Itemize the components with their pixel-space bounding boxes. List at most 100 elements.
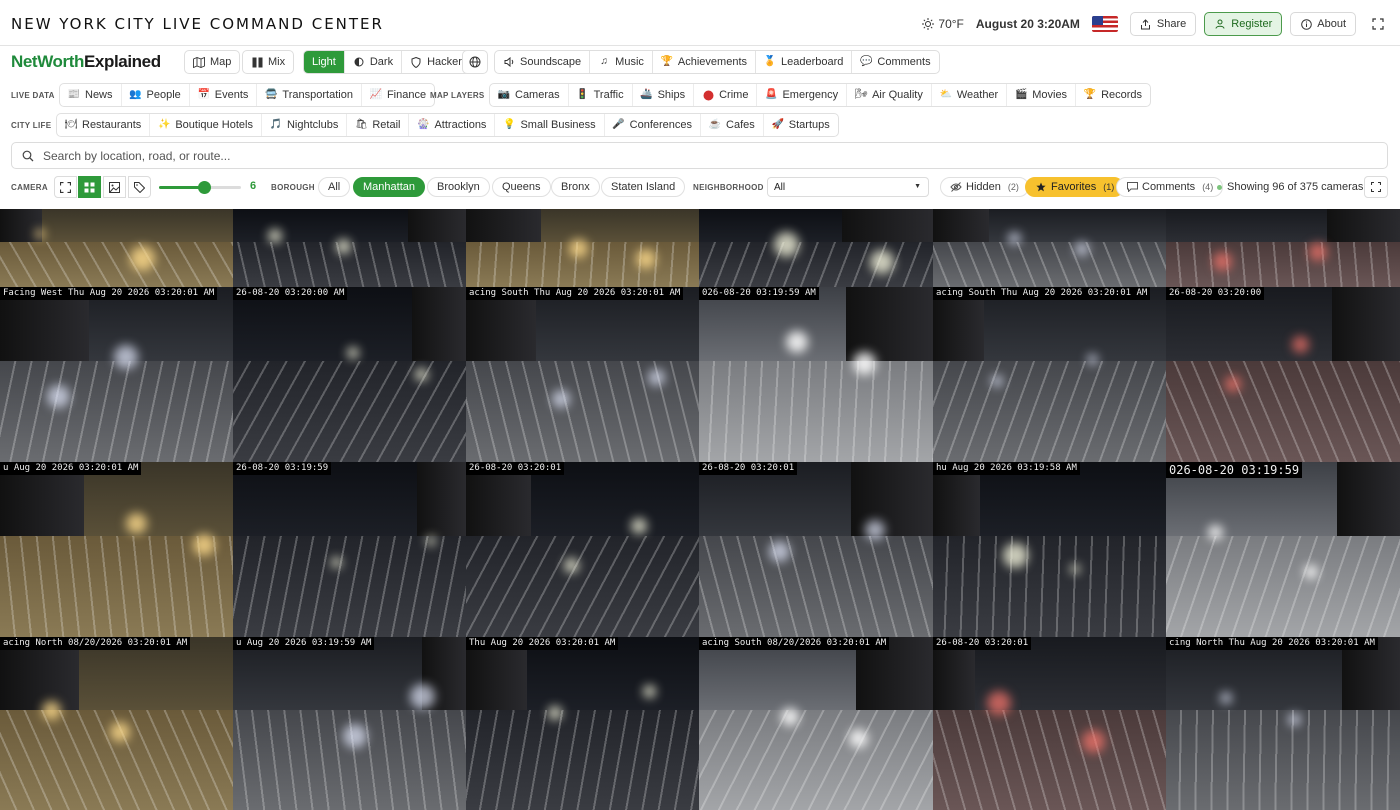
grid-size-value: 6 — [250, 180, 257, 192]
borough-brooklyn-button[interactable]: Brooklyn — [427, 177, 490, 197]
language-button[interactable] — [462, 50, 488, 74]
layer-weather-button[interactable]: ⛅ Weather — [932, 84, 1008, 106]
rocket-icon: 🚀 — [771, 119, 784, 130]
fullscreen-button[interactable] — [1366, 13, 1390, 35]
camera-feed-tile[interactable] — [466, 209, 699, 287]
camera-feed-tile[interactable]: Facing West Thu Aug 20 2026 03:20:01 AM — [0, 287, 233, 462]
camera-feed-tile[interactable]: hu Aug 20 2026 03:19:58 AM — [933, 462, 1166, 637]
city-nightclubs-label: Nightclubs — [286, 119, 339, 131]
layer-ships-button[interactable]: 🚢 Ships — [633, 84, 695, 106]
mix-view-button[interactable]: Mix — [242, 50, 295, 74]
layer-air-quality-button[interactable]: 🌬 Air Quality — [847, 84, 932, 106]
camera-feed-tile[interactable] — [1166, 209, 1400, 287]
leaderboard-button[interactable]: 🏅 Leaderboard — [756, 51, 853, 73]
map-layers-label: MAP LAYERS — [430, 91, 485, 100]
camera-feed-tile[interactable]: acing South 08/20/2026 03:20:01 AM — [699, 637, 933, 810]
expand-grid-button[interactable] — [1364, 176, 1388, 198]
camera-feed-tile[interactable] — [233, 209, 466, 287]
borough-all-button[interactable]: All — [318, 177, 351, 197]
share-button[interactable]: Share — [1129, 12, 1197, 36]
camera-feed-tile[interactable] — [699, 209, 933, 287]
layer-movies-label: Movies — [1032, 89, 1068, 101]
comments-filter-button[interactable]: Comments (4) — [1116, 177, 1224, 197]
camera-feed-light — [410, 683, 436, 709]
camera-feed-tile[interactable]: 26-08-20 03:20:00 AM — [233, 287, 466, 462]
tag-view-button[interactable] — [128, 176, 151, 198]
favorites-filter-button[interactable]: Favorites (1) — [1025, 177, 1125, 197]
camera-feed-tile[interactable]: 26-08-20 03:20:01 — [699, 462, 933, 637]
grid-view-button[interactable] — [78, 176, 101, 198]
hidden-filter-button[interactable]: Hidden (2) — [940, 177, 1029, 197]
focus-view-button[interactable] — [54, 176, 77, 198]
theme-dark-button[interactable]: Dark — [345, 51, 403, 73]
camera-timestamp: 26-08-20 03:19:59 — [233, 462, 332, 475]
microphone-icon: 🎤 — [612, 119, 625, 130]
camera-feed-tile[interactable]: 26-08-20 03:20:01 — [933, 637, 1166, 810]
brand-logo[interactable]: NetWorthExplained — [11, 52, 161, 72]
city-conferences-button[interactable]: 🎤 Conferences — [605, 114, 702, 136]
map-view-button[interactable]: Map — [184, 50, 241, 74]
live-news-button[interactable]: 📰 News — [60, 84, 122, 106]
camera-feed-tile[interactable]: 26-08-20 03:20:00 — [1166, 287, 1400, 462]
camera-feed-tile[interactable]: 026-08-20 03:19:59 — [1166, 462, 1400, 637]
borough-queens-button[interactable]: Queens — [492, 177, 551, 197]
camera-feed-tile[interactable] — [0, 209, 233, 287]
camera-feed-tile[interactable]: Thu Aug 20 2026 03:20:01 AM — [466, 637, 699, 810]
about-button[interactable]: About — [1290, 12, 1356, 36]
live-news-label: News — [85, 89, 113, 101]
us-flag-icon[interactable] — [1091, 16, 1118, 32]
theme-light-button[interactable]: Light — [304, 51, 345, 73]
live-events-button[interactable]: 📅 Events — [190, 84, 258, 106]
camera-feed-tile[interactable]: acing South Thu Aug 20 2026 03:20:01 AM — [466, 287, 699, 462]
city-cafes-button[interactable]: ☕ Cafes — [701, 114, 764, 136]
camera-feed-light — [869, 249, 894, 274]
layer-emergency-button[interactable]: 🚨 Emergency — [757, 84, 848, 106]
live-transportation-button[interactable]: 🚍 Transportation — [257, 84, 362, 106]
camera-feed-tile[interactable]: 26-08-20 03:20:01 — [466, 462, 699, 637]
music-note-icon: 🎵 — [269, 119, 283, 130]
camera-feed-tile[interactable]: u Aug 20 2026 03:20:01 AM — [0, 462, 233, 637]
live-finance-button[interactable]: 📈 Finance — [362, 84, 434, 106]
layer-records-button[interactable]: 🏆 Records — [1076, 84, 1150, 106]
image-view-button[interactable] — [103, 176, 126, 198]
city-boutique-hotels-button[interactable]: ✨ Boutique Hotels — [150, 114, 262, 136]
grid-size-slider-handle[interactable] — [198, 181, 212, 194]
city-retail-button[interactable]: 🛍 Retail — [347, 114, 410, 136]
register-button[interactable]: Register — [1204, 12, 1283, 36]
camera-feed-tile[interactable]: u Aug 20 2026 03:19:59 AM — [233, 637, 466, 810]
live-people-button[interactable]: 👥 People — [122, 84, 190, 106]
city-restaurants-button[interactable]: 🍽 Restaurants — [57, 114, 151, 136]
camera-feed-tile[interactable]: 26-08-20 03:19:59 — [233, 462, 466, 637]
camera-feed-light — [769, 540, 791, 562]
camera-timestamp: hu Aug 20 2026 03:19:58 AM — [933, 462, 1080, 475]
grid-size-slider[interactable] — [159, 181, 241, 194]
city-attractions-button[interactable]: 🎡 Attractions — [409, 114, 496, 136]
camera-feed-tile[interactable]: 026-08-20 03:19:59 AM — [699, 287, 933, 462]
soundscape-button[interactable]: Soundscape — [495, 51, 591, 73]
search-input[interactable] — [43, 148, 1343, 163]
camera-feed-tile[interactable]: cing North Thu Aug 20 2026 03:20:01 AM — [1166, 637, 1400, 810]
temperature: 70°F — [938, 17, 964, 31]
camera-feed-lane-markings — [933, 241, 1166, 287]
borough-staten-island-button[interactable]: Staten Island — [601, 177, 686, 197]
neighborhood-select[interactable]: All ▼ — [767, 177, 929, 197]
city-small-business-button[interactable]: 💡 Small Business — [495, 114, 605, 136]
city-nightclubs-button[interactable]: 🎵 Nightclubs — [262, 114, 348, 136]
speech-bubble-icon: 💬 — [860, 56, 873, 67]
comments-button[interactable]: 💬 Comments — [852, 51, 938, 73]
layer-traffic-button[interactable]: 🚦 Traffic — [569, 84, 633, 106]
layer-cameras-button[interactable]: 📷 Cameras — [490, 84, 569, 106]
borough-bronx-button[interactable]: Bronx — [551, 177, 600, 197]
music-button[interactable]: ♫ Music — [590, 51, 653, 73]
camera-feed-tile[interactable]: acing South Thu Aug 20 2026 03:20:01 AM — [933, 287, 1166, 462]
layer-movies-button[interactable]: 🎬 Movies — [1007, 84, 1077, 106]
borough-manhattan-button[interactable]: Manhattan — [353, 177, 425, 197]
favorites-count: (1) — [1103, 182, 1115, 192]
camera-feed-tile[interactable] — [933, 209, 1166, 287]
light-bulb-icon: 💡 — [503, 119, 516, 130]
city-startups-button[interactable]: 🚀 Startups — [764, 114, 838, 136]
theme-hacker-button[interactable]: Hacker — [402, 51, 470, 73]
achievements-button[interactable]: 🏆 Achievements — [653, 51, 756, 73]
layer-crime-button[interactable]: Crime — [694, 84, 758, 106]
camera-feed-tile[interactable]: acing North 08/20/2026 03:20:01 AM — [0, 637, 233, 810]
